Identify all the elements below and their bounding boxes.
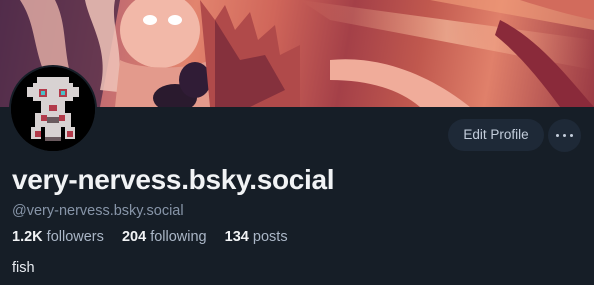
- posts-label: posts: [252, 229, 288, 245]
- display-name: very-nervess.bsky.social: [12, 164, 335, 195]
- following-label: following: [150, 229, 207, 245]
- avatar[interactable]: [9, 65, 97, 153]
- profile-handle: @very-nervess.bsky.social: [12, 203, 184, 219]
- ellipsis-horizontal-icon: [556, 134, 573, 137]
- more-options-button[interactable]: [548, 119, 581, 152]
- following-count: 204: [121, 229, 147, 245]
- profile-page: Edit Profile very-nervess.bsky.social @v…: [0, 0, 594, 285]
- posts-count: 134: [224, 229, 249, 245]
- following-link[interactable]: 204 following: [122, 229, 211, 245]
- followers-count: 1.2K: [12, 229, 43, 245]
- profile-stats: 1.2K followers 204 following 134 posts: [12, 229, 288, 245]
- edit-profile-button[interactable]: Edit Profile: [448, 119, 544, 151]
- profile-bio: fish: [12, 260, 35, 276]
- followers-link[interactable]: 1.2K followers: [12, 229, 108, 245]
- avatar-image: [11, 67, 95, 151]
- followers-label: followers: [46, 229, 104, 245]
- posts-stat: 134 posts: [225, 229, 288, 245]
